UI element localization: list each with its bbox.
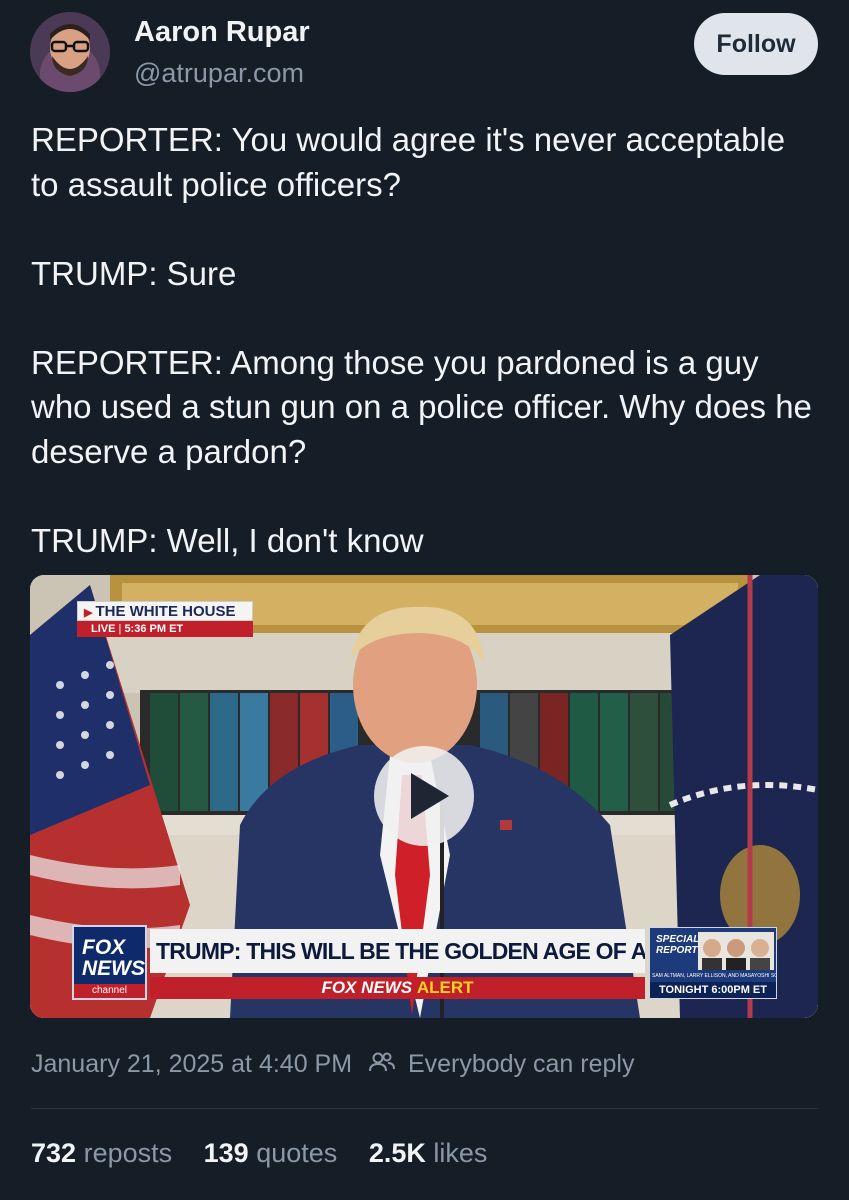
alert-bar: FOX NEWS ALERT — [150, 977, 645, 999]
likes-stat[interactable]: 2.5K likes — [369, 1138, 488, 1169]
display-name[interactable]: Aaron Rupar — [134, 16, 310, 49]
special-report-promo: SPECIAL REPORT SAM ALTMAN, LARRY ELLISON… — [649, 927, 777, 999]
post-paragraph: REPORTER: You would agree it's never acc… — [31, 121, 786, 203]
fox-news-logo: FOX NEWS channel — [72, 925, 147, 1000]
logo-line1: FOX — [82, 936, 126, 959]
post-paragraph: TRUMP: Well, I don't know — [31, 521, 424, 559]
chyron-headline: TRUMP: THIS WILL BE THE GOLDEN AGE OF AM… — [150, 929, 645, 973]
video-embed[interactable]: ▶ THE WHITE HOUSE LIVE | 5:36 PM ET FOX N… — [30, 575, 818, 1018]
logo-line3: channel — [74, 984, 145, 998]
play-arrow-icon: ▶ — [84, 607, 93, 619]
bug-title: THE WHITE HOUSE — [95, 603, 236, 620]
avatar[interactable] — [30, 12, 110, 92]
white-house-bug: ▶ THE WHITE HOUSE LIVE | 5:36 PM ET — [77, 601, 253, 641]
bug-live: LIVE — [91, 623, 116, 635]
post-header: Aaron Rupar @atrupar.com Follow — [0, 0, 849, 110]
special-report-time: TONIGHT 6:00PM ET — [650, 982, 776, 998]
reposts-count: 732 — [31, 1138, 77, 1168]
likes-label: likes — [433, 1138, 488, 1168]
alert-prefix: FOX NEWS — [321, 978, 413, 997]
reposts-label: reposts — [83, 1138, 173, 1168]
divider — [31, 1108, 818, 1109]
follow-button[interactable]: Follow — [694, 13, 818, 75]
post-meta: January 21, 2025 at 4:40 PM Everybody ca… — [31, 1050, 634, 1080]
paragraph-spacer — [31, 474, 821, 519]
post-paragraph: REPORTER: Among those you pardoned is a … — [31, 343, 812, 470]
timestamp[interactable]: January 21, 2025 at 4:40 PM — [31, 1050, 352, 1078]
guest-photos — [698, 932, 774, 970]
post-paragraph: TRUMP: Sure — [31, 254, 237, 292]
people-icon — [369, 1051, 395, 1080]
post-text: REPORTER: You would agree it's never acc… — [31, 118, 821, 563]
special-report-names: SAM ALTMAN, LARRY ELLISON, AND MASAYOSHI… — [652, 973, 776, 979]
likes-count: 2.5K — [368, 1138, 426, 1168]
play-icon — [411, 773, 449, 819]
play-button[interactable] — [374, 746, 474, 846]
paragraph-spacer — [31, 207, 821, 252]
quotes-stat[interactable]: 139 quotes — [204, 1138, 338, 1169]
reply-setting: Everybody can reply — [407, 1050, 635, 1078]
bug-time: 5:36 PM ET — [124, 623, 184, 635]
logo-line2: NEWS — [82, 957, 145, 980]
quotes-label: quotes — [256, 1138, 338, 1168]
special-report-title: SPECIAL REPORT — [656, 934, 700, 956]
engagement-stats: 732 reposts 139 quotes 2.5K likes — [31, 1138, 511, 1169]
handle[interactable]: @atrupar.com — [134, 58, 304, 89]
alert-suffix: ALERT — [416, 978, 474, 997]
paragraph-spacer — [31, 296, 821, 341]
quotes-count: 139 — [203, 1138, 249, 1168]
reposts-stat[interactable]: 732 reposts — [31, 1138, 172, 1169]
